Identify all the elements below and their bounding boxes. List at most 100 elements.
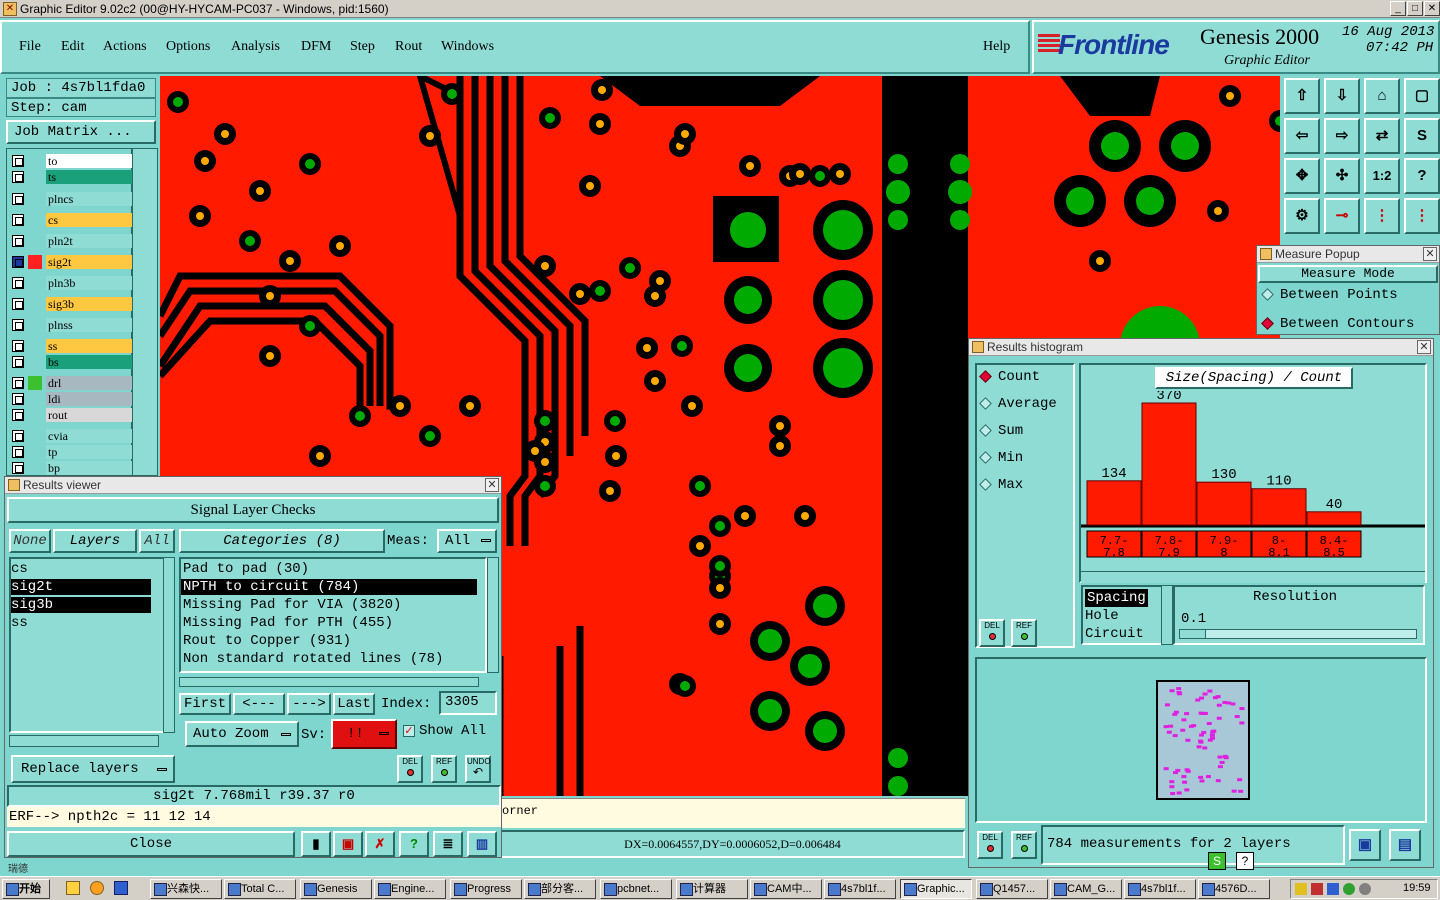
type-item-circuit[interactable]: Circuit [1085, 625, 1148, 643]
layer-row-pln3b[interactable]: pln3b [12, 276, 132, 291]
tray-icon-3[interactable] [1327, 883, 1339, 895]
clock-app-icon[interactable] [90, 881, 104, 895]
mirror-icon[interactable]: ⇄ [1364, 118, 1400, 154]
chart-icon[interactable]: ▥ [467, 831, 497, 857]
tray-icon-2[interactable] [1311, 883, 1323, 895]
category-item[interactable]: Pad to pad (30) [181, 561, 477, 577]
menu-help[interactable]: Help [983, 39, 1010, 55]
layer-row-ldi[interactable]: ldi [12, 392, 132, 407]
layer-color-swatch[interactable] [28, 170, 42, 184]
prev-button[interactable]: <--- [233, 693, 285, 715]
last-button[interactable]: Last [333, 693, 375, 715]
first-button[interactable]: First [179, 693, 231, 715]
layer-row-sig3b[interactable]: sig3b [12, 297, 132, 312]
menu-options[interactable]: Options [166, 39, 210, 55]
layer-row-cs[interactable]: cs [12, 213, 132, 228]
zoom-fit-icon[interactable]: ✥ [1284, 158, 1320, 194]
home-icon[interactable]: ⌂ [1364, 78, 1400, 114]
close-window-button[interactable]: ✕ [1424, 1, 1440, 16]
tray-icon-1[interactable] [1295, 883, 1307, 895]
rv-ref-button[interactable]: REF [431, 755, 457, 783]
layer-color-swatch[interactable] [28, 355, 42, 369]
taskbar-item[interactable]: Q1457... [976, 879, 1048, 899]
notes-icon[interactable]: ≣ [433, 831, 463, 857]
layer-color-swatch[interactable] [28, 461, 42, 475]
export-icon[interactable]: ▣ [1349, 829, 1381, 861]
layer-name[interactable]: plnss [46, 318, 132, 332]
hist-ref-button-2[interactable]: REF [1011, 831, 1037, 859]
layer-row-plnss[interactable]: plnss [12, 318, 132, 333]
type-list-scrollbar[interactable] [1161, 585, 1173, 645]
layer-color-swatch[interactable] [28, 445, 42, 459]
index-input[interactable]: 3305 [439, 691, 497, 715]
layers-tab[interactable]: Layers [53, 529, 137, 553]
layer-checkbox-icon[interactable] [12, 298, 24, 310]
taskbar-item[interactable]: 计算器 [676, 879, 748, 899]
severity-dropdown[interactable]: !! [331, 719, 397, 749]
rv-layer-item[interactable]: sig2t [11, 579, 151, 595]
zoom-one-to-one-icon[interactable]: 1:2 [1364, 158, 1400, 194]
tray-icon-5[interactable] [1359, 883, 1371, 895]
layer-checkbox-icon[interactable] [12, 462, 24, 474]
layer-checkbox-icon[interactable] [12, 277, 24, 289]
layer-list-v-scrollbar[interactable] [163, 557, 175, 733]
layer-name[interactable]: tp [46, 445, 132, 459]
layer-name[interactable]: cvia [46, 429, 132, 443]
taskbar-item[interactable]: 部分客... [524, 879, 596, 899]
layer-color-swatch[interactable] [28, 213, 42, 227]
menu-step[interactable]: Step [350, 39, 375, 55]
taskbar-item[interactable]: Total C... [224, 879, 296, 899]
hist-mode-count[interactable]: Count [979, 369, 1040, 385]
taskbar-item[interactable]: Engine... [374, 879, 446, 899]
histogram-bar[interactable] [1306, 511, 1362, 526]
auto-zoom-dropdown[interactable]: Auto Zoom [185, 721, 299, 747]
layer-down-icon[interactable]: ⇩ [1324, 78, 1360, 114]
histogram-bar[interactable] [1251, 488, 1307, 526]
job-matrix-button[interactable]: Job Matrix ... [6, 120, 156, 144]
resolution-slider[interactable] [1179, 629, 1417, 639]
next-button[interactable]: ---> [287, 693, 331, 715]
tray-icon-4[interactable] [1343, 883, 1355, 895]
layer-row-cvia[interactable]: cvia [12, 429, 132, 444]
layer-row-ss[interactable]: ss [12, 339, 132, 354]
layer-name[interactable]: pln3b [46, 276, 132, 290]
layer-checkbox-icon[interactable] [12, 340, 24, 352]
tools-icon[interactable]: ⚙ [1284, 198, 1320, 234]
hist-mode-sum[interactable]: Sum [979, 423, 1023, 439]
category-item[interactable]: Missing Pad for PTH (455) [181, 615, 477, 631]
layer-checkbox-icon[interactable] [12, 319, 24, 331]
histogram-close-icon[interactable]: ✕ [1417, 340, 1431, 354]
results-viewer-close-icon[interactable]: ✕ [485, 478, 499, 492]
between-points-option[interactable]: Between Points [1261, 287, 1398, 303]
layers-none-button[interactable]: None [9, 529, 51, 553]
layer-color-swatch[interactable] [28, 255, 42, 269]
layer-color-swatch[interactable] [28, 297, 42, 311]
taskbar-item[interactable]: 4s7bl1f... [1124, 879, 1196, 899]
shield-app-icon[interactable] [114, 881, 128, 895]
layer-row-plncs[interactable]: plncs [12, 192, 132, 207]
layer-name[interactable]: cs [46, 213, 132, 227]
help-query-icon[interactable]: ? [1404, 158, 1440, 194]
layer-color-swatch[interactable] [28, 339, 42, 353]
layer-color-swatch[interactable] [28, 392, 42, 406]
layer-checkbox-icon[interactable] [12, 171, 24, 183]
layer-checkbox-icon[interactable] [12, 214, 24, 226]
layer-row-ts[interactable]: ts [12, 170, 132, 185]
layer-name[interactable]: ts [46, 170, 132, 184]
pan-right-icon[interactable]: ⇨ [1324, 118, 1360, 154]
layer-name[interactable]: ss [46, 339, 132, 353]
layer-row-to[interactable]: to [12, 154, 132, 169]
info-icon[interactable]: ▮ [301, 831, 331, 857]
show-all-checkbox[interactable]: ✓ [403, 725, 415, 737]
layer-name[interactable]: pln2t [46, 234, 132, 248]
snap-alt-icon[interactable]: ⋮ [1404, 198, 1440, 234]
layer-name[interactable]: to [46, 154, 132, 168]
minimize-button[interactable]: _ [1390, 1, 1406, 16]
zoom-box-icon[interactable]: ▢ [1404, 78, 1440, 114]
rv-layer-item[interactable]: ss [11, 615, 151, 631]
layer-name[interactable]: bs [46, 355, 132, 369]
zoom-center-icon[interactable]: ✣ [1324, 158, 1360, 194]
layers-all-button[interactable]: All [139, 529, 175, 553]
hist-del-button[interactable]: DEL [979, 619, 1005, 647]
layer-checkbox-icon[interactable] [12, 356, 24, 368]
